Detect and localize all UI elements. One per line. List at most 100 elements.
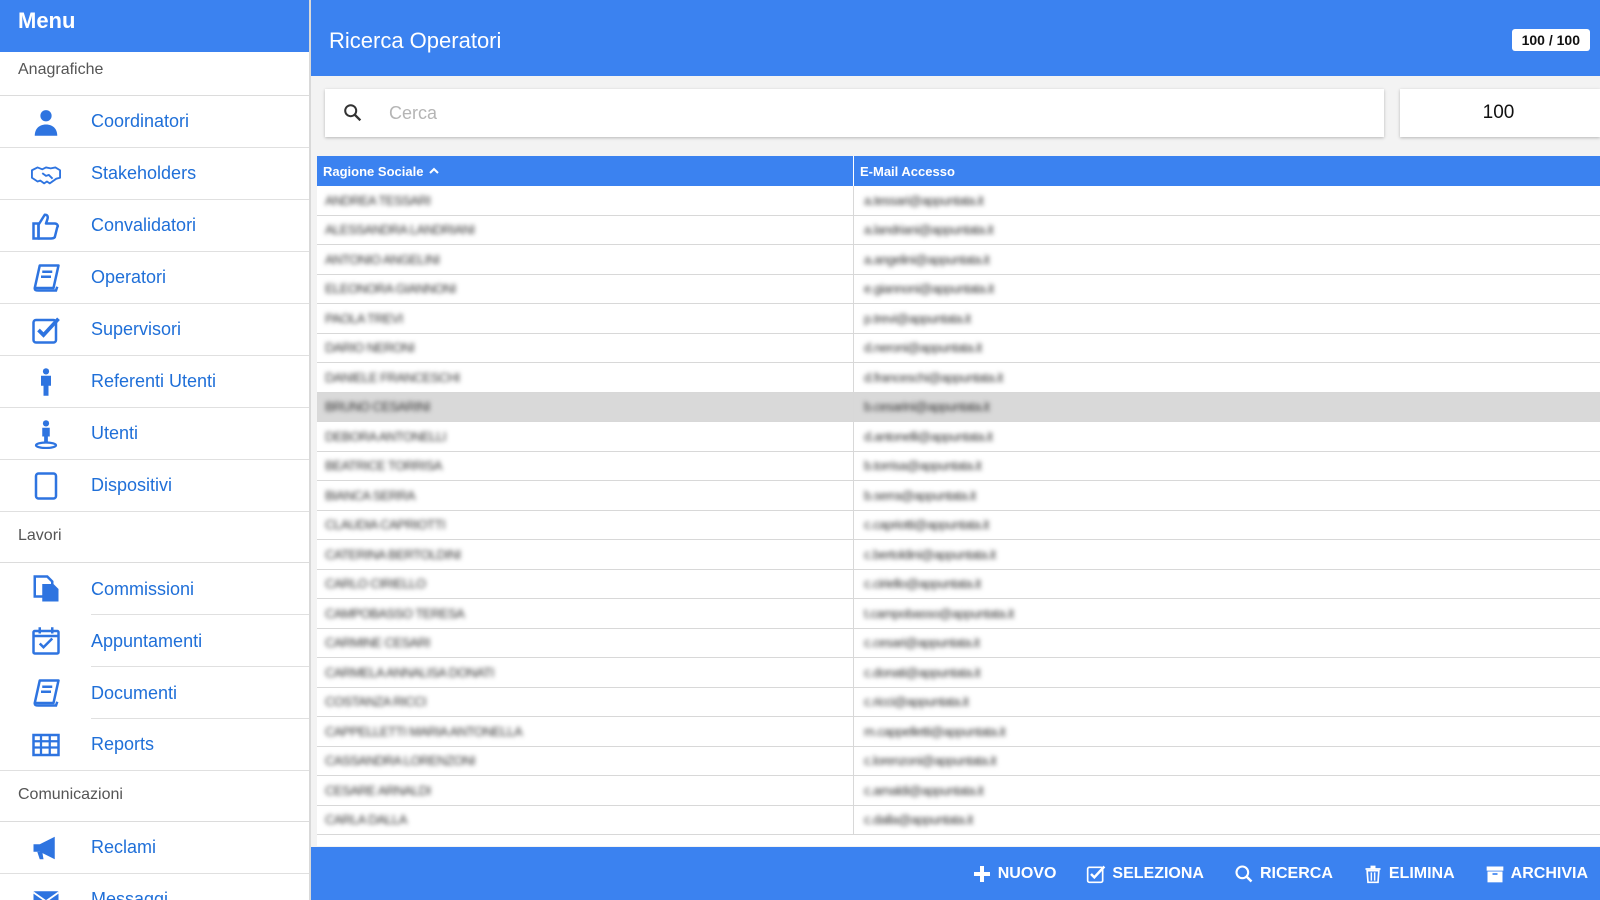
- search-input[interactable]: [381, 102, 1384, 124]
- table-row[interactable]: BRUNO CESARINI b.cesarini@appuntata.it: [317, 392, 1600, 422]
- sidebar-item-operatori[interactable]: Operatori: [0, 252, 309, 304]
- ragione-sociale-text: CARLO CIRIELLO: [325, 576, 426, 592]
- nuovo-button-label: NUOVO: [997, 864, 1057, 882]
- ragione-sociale-text: DANIELE FRANCESCHI: [325, 369, 460, 385]
- email-text: c.dalla@appuntata.it: [864, 812, 973, 828]
- sidebar-item-stakeholders[interactable]: Stakeholders: [0, 148, 309, 200]
- elimina-button[interactable]: ELIMINA: [1363, 864, 1455, 884]
- table-body: ANDREA TESSARI a.tessari@appuntata.it ALES…: [317, 186, 1600, 835]
- table-row[interactable]: CASSANDRA LORENZONI c.lorenzoni@appuntata…: [317, 746, 1600, 776]
- nuovo-button[interactable]: NUOVO: [972, 864, 1057, 884]
- ragione-sociale-text: CARLA DALLA: [325, 812, 407, 828]
- table-row[interactable]: CARLA DALLA c.dalla@appuntata.it: [317, 805, 1600, 835]
- cell-ragione-sociale: DEBORA ANTONELLI: [317, 422, 854, 451]
- ragione-sociale-text: BEATRICE TORRISA: [325, 458, 442, 474]
- table-row[interactable]: BIANCA SERRA b.serra@appuntata.it: [317, 481, 1600, 511]
- sidebar-item-utenti[interactable]: Utenti: [0, 408, 309, 460]
- email-text: c.bertoldini@appuntata.it: [864, 546, 996, 562]
- archivia-button[interactable]: ARCHIVIA: [1485, 864, 1588, 884]
- cell-ragione-sociale: ANDREA TESSARI: [317, 186, 854, 215]
- ragione-sociale-text: CASSANDRA LORENZONI: [325, 753, 476, 769]
- sidebar: Menu Anagrafiche Coordinatori Stakeholde…: [0, 0, 311, 900]
- ragione-sociale-text: ELEONORA GIANNONI: [325, 281, 456, 297]
- email-text: b.torrisa@appuntata.it: [864, 458, 982, 474]
- ragione-sociale-text: ANDREA TESSARI: [325, 192, 431, 208]
- user-icon: [0, 107, 91, 137]
- thumbs-up-icon: [0, 211, 91, 241]
- sidebar-item-commissioni[interactable]: Commissioni: [0, 563, 309, 615]
- tablet-icon: [0, 471, 91, 501]
- cell-email-accesso: b.serra@appuntata.it: [854, 481, 1600, 510]
- results-counter-badge: 100 / 100: [1511, 29, 1590, 51]
- cell-email-accesso: m.cappelletti@appuntata.it: [854, 717, 1600, 746]
- table-row[interactable]: ANTONIO ANGELINI a.angelini@appuntata.it: [317, 245, 1600, 275]
- sidebar-item-messaggi[interactable]: Messaggi: [0, 874, 309, 900]
- cell-email-accesso: b.torrisa@appuntata.it: [854, 452, 1600, 481]
- table-row[interactable]: CLAUDIA CAPRIOTTI c.capriotti@appuntata.i…: [317, 510, 1600, 540]
- table-row[interactable]: CARMINE CESARI c.cesari@appuntata.it: [317, 628, 1600, 658]
- sidebar-item-reclami[interactable]: Reclami: [0, 822, 309, 874]
- sidebar-item-label: Messaggi: [91, 889, 169, 900]
- column-header-email-accesso[interactable]: E-Mail Accesso: [854, 156, 1600, 186]
- cell-ragione-sociale: DANIELE FRANCESCHI: [317, 363, 854, 392]
- section-title-comunicazioni: Comunicazioni: [0, 771, 309, 822]
- cell-ragione-sociale: CESARE ARNALDI: [317, 776, 854, 805]
- column-header-ragione-sociale[interactable]: Ragione Sociale: [317, 156, 854, 186]
- ragione-sociale-text: ALESSANDRA LANDRIANI: [325, 222, 475, 238]
- cell-email-accesso: p.trevi@appuntata.it: [854, 304, 1600, 333]
- email-text: c.capriotti@appuntata.it: [864, 517, 989, 533]
- sidebar-item-coordinatori[interactable]: Coordinatori: [0, 96, 309, 148]
- seleziona-button[interactable]: SELEZIONA: [1086, 864, 1204, 884]
- sidebar-item-documenti[interactable]: Documenti: [0, 667, 309, 719]
- cell-ragione-sociale: PAOLA TREVI: [317, 304, 854, 333]
- cell-email-accesso: d.antonelli@appuntata.it: [854, 422, 1600, 451]
- table-row[interactable]: CAMPOBASSO TERESA t.campobasso@appuntata.…: [317, 599, 1600, 629]
- sidebar-item-referenti-utenti[interactable]: Referenti Utenti: [0, 356, 309, 408]
- table-row[interactable]: ALESSANDRA LANDRIANI a.landriani@appuntat…: [317, 215, 1600, 245]
- cell-email-accesso: c.donati@appuntata.it: [854, 658, 1600, 687]
- sidebar-item-convalidatori[interactable]: Convalidatori: [0, 200, 309, 252]
- sidebar-item-supervisori[interactable]: Supervisori: [0, 304, 309, 356]
- table-row[interactable]: DEBORA ANTONELLI d.antonelli@appuntata.it: [317, 422, 1600, 452]
- table-row[interactable]: ELEONORA GIANNONI e.giannoni@appuntata.it: [317, 274, 1600, 304]
- cell-ragione-sociale: BRUNO CESARINI: [317, 392, 854, 421]
- top-bar: Ricerca Operatori 100 / 100: [311, 0, 1600, 76]
- table-row[interactable]: CARMELA ANNALISA DONATI c.donati@appuntat…: [317, 658, 1600, 688]
- table-row[interactable]: CESARE ARNALDI c.arnaldi@appuntata.it: [317, 776, 1600, 806]
- table-row[interactable]: PAOLA TREVI p.trevi@appuntata.it: [317, 304, 1600, 334]
- table-row[interactable]: ANDREA TESSARI a.tessari@appuntata.it: [317, 186, 1600, 216]
- table-row[interactable]: CARLO CIRIELLO c.ciriello@appuntata.it: [317, 569, 1600, 599]
- ragione-sociale-text: DEBORA ANTONELLI: [325, 428, 447, 444]
- archivia-button-label: ARCHIVIA: [1510, 864, 1588, 882]
- ricerca-button[interactable]: RICERCA: [1234, 864, 1333, 884]
- table-row[interactable]: CAPPELLETTI MARIA ANTONELLA m.cappelletti…: [317, 717, 1600, 747]
- search-icon: [1235, 864, 1253, 882]
- cell-ragione-sociale: CLAUDIA CAPRIOTTI: [317, 510, 854, 539]
- results-limit-value: 100: [1482, 102, 1515, 123]
- email-text: c.lorenzoni@appuntata.it: [864, 753, 997, 769]
- ragione-sociale-text: DARIO NERONI: [325, 340, 415, 356]
- results-limit-field[interactable]: 100: [1400, 89, 1600, 137]
- sidebar-item-label: Supervisori: [91, 319, 182, 339]
- table-row[interactable]: COSTANZA RICCI c.ricci@appuntata.it: [317, 687, 1600, 717]
- plus-icon: [973, 865, 990, 882]
- cell-email-accesso: c.capriotti@appuntata.it: [854, 511, 1600, 540]
- cell-email-accesso: d.franceschi@appuntata.it: [854, 363, 1600, 392]
- male-icon: [0, 367, 91, 397]
- table-row[interactable]: BEATRICE TORRISA b.torrisa@appuntata.it: [317, 451, 1600, 481]
- sidebar-item-label: Convalidatori: [91, 215, 197, 235]
- sidebar-item-label: Reports: [91, 734, 155, 754]
- sidebar-item-dispositivi[interactable]: Dispositivi: [0, 460, 309, 512]
- cell-email-accesso: e.giannoni@appuntata.it: [854, 275, 1600, 304]
- section-title-anagrafiche: Anagrafiche: [0, 52, 309, 96]
- email-text: c.ciriello@appuntata.it: [864, 576, 981, 592]
- page-title: Ricerca Operatori: [329, 28, 502, 53]
- section-title-lavori: Lavori: [0, 512, 309, 563]
- cell-email-accesso: c.cesari@appuntata.it: [854, 629, 1600, 658]
- sidebar-item-reports[interactable]: Reports: [0, 719, 309, 771]
- table-row[interactable]: DANIELE FRANCESCHI d.franceschi@appuntata…: [317, 363, 1600, 393]
- table-row[interactable]: DARIO NERONI d.neroni@appuntata.it: [317, 333, 1600, 363]
- sidebar-item-appuntamenti[interactable]: Appuntamenti: [0, 615, 309, 667]
- table-row[interactable]: CATERINA BERTOLDINI c.bertoldini@appuntat…: [317, 540, 1600, 570]
- cell-email-accesso: a.landriani@appuntata.it: [854, 216, 1600, 245]
